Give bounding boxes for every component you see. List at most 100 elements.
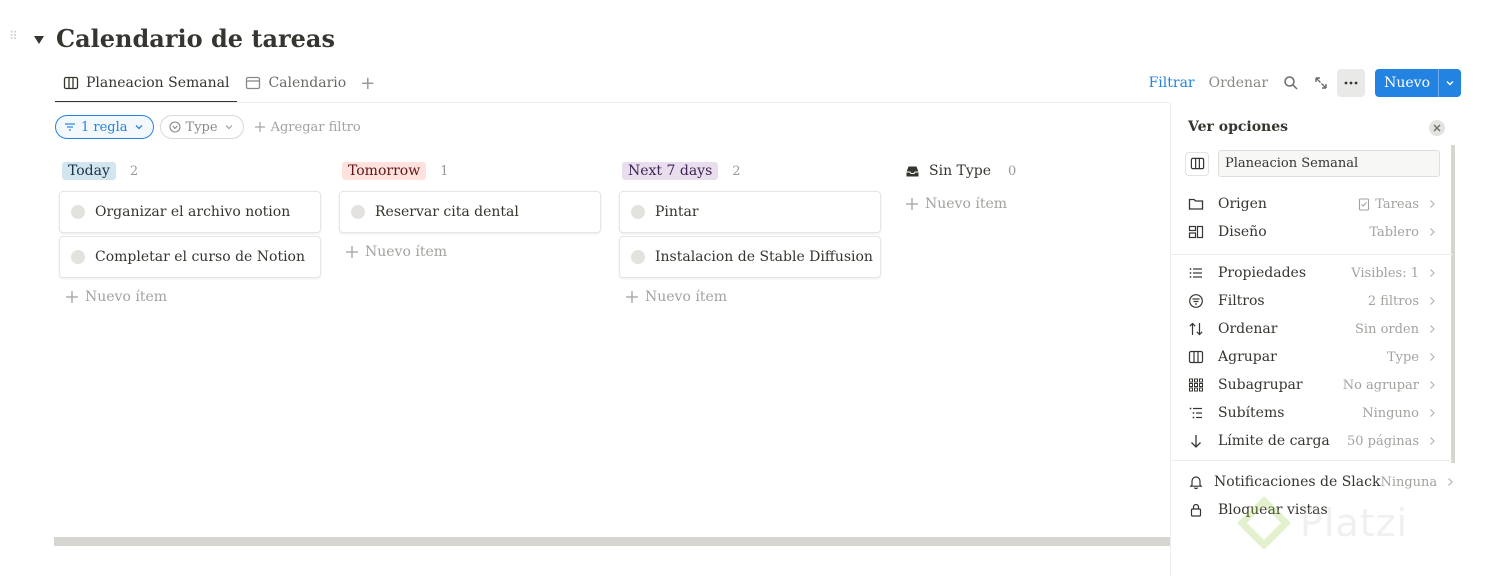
- group-label-sin-type: Sin Type: [929, 163, 992, 179]
- sort-icon: [1189, 322, 1203, 336]
- tab-label: Planeacion Semanal: [86, 74, 230, 91]
- new-item-label: Nuevo ítem: [645, 289, 728, 305]
- column-header[interactable]: Tomorrow 1: [339, 158, 601, 184]
- options-group-source: Origen Tareas Diseño Tablero: [1171, 190, 1451, 246]
- card-title: Organizar el archivo notion: [95, 204, 291, 220]
- horizontal-scrollbar[interactable]: [54, 537, 1170, 546]
- option-subagrupar[interactable]: Subagrupar No agrupar: [1171, 371, 1451, 399]
- board-card[interactable]: Instalacion de Stable Diffusion: [619, 236, 881, 278]
- panel-title: Ver opciones: [1188, 119, 1289, 135]
- status-dot-icon: [631, 250, 645, 264]
- column-header[interactable]: Sin Type 0: [899, 158, 1161, 184]
- watermark-text: Platzi: [1300, 501, 1409, 545]
- option-ordenar[interactable]: Ordenar Sin orden: [1171, 315, 1451, 343]
- new-item-button[interactable]: Nuevo ítem: [59, 281, 321, 313]
- option-subitems[interactable]: Subítems Ninguno: [1171, 399, 1451, 427]
- plus-icon: [906, 198, 918, 210]
- new-item-label: Nuevo ítem: [365, 244, 448, 260]
- subitems-icon: [1189, 407, 1202, 419]
- column-count: 1: [440, 163, 449, 179]
- chevron-down-icon: [135, 125, 143, 130]
- new-item-label: Nuevo ítem: [925, 196, 1008, 212]
- option-diseno[interactable]: Diseño Tablero: [1171, 218, 1451, 246]
- option-agrupar[interactable]: Agrupar Type: [1171, 343, 1451, 371]
- expand-button[interactable]: [1307, 69, 1335, 97]
- plus-icon: [254, 122, 265, 132]
- new-item-button[interactable]: Nuevo ítem: [899, 188, 1161, 220]
- option-origen[interactable]: Origen Tareas: [1171, 190, 1451, 218]
- option-label: Subítems: [1218, 405, 1285, 421]
- new-dropdown-button[interactable]: [1439, 69, 1461, 97]
- column-header[interactable]: Next 7 days 2: [619, 158, 881, 184]
- option-value: Tablero: [1369, 224, 1419, 240]
- chevron-right-icon: [1430, 297, 1435, 305]
- filter-button[interactable]: Filtrar: [1142, 75, 1202, 91]
- board-card[interactable]: Pintar: [619, 191, 881, 233]
- add-view-button[interactable]: +: [354, 68, 381, 98]
- new-button-group: Nuevo: [1375, 69, 1461, 97]
- option-filtros[interactable]: Filtros 2 filtros: [1171, 287, 1451, 315]
- option-label: Límite de carga: [1218, 433, 1330, 449]
- search-icon: [1284, 76, 1298, 90]
- page-title: Calendario de tareas: [56, 24, 335, 53]
- board-column-next-7-days: Next 7 days 2 Pintar Instalacion de Stab…: [619, 158, 881, 313]
- chevron-right-icon: [1448, 478, 1454, 486]
- view-icon-button[interactable]: [1185, 151, 1209, 176]
- board-card[interactable]: Reservar cita dental: [339, 191, 601, 233]
- column-count: 2: [732, 163, 741, 179]
- board-icon: [1190, 157, 1204, 170]
- type-filter-label: Type: [185, 119, 218, 135]
- select-property-icon: [168, 121, 181, 133]
- card-title: Instalacion de Stable Diffusion: [655, 249, 873, 265]
- board-card[interactable]: Organizar el archivo notion: [59, 191, 321, 233]
- option-value: No agrupar: [1342, 377, 1419, 393]
- panel-scrollbar[interactable]: [1451, 145, 1455, 463]
- column-count: 2: [129, 163, 139, 179]
- sort-button[interactable]: Ordenar: [1202, 75, 1275, 91]
- rule-filter-label: 1 regla: [81, 119, 128, 135]
- status-dot-icon: [71, 205, 85, 219]
- expand-icon: [1315, 77, 1327, 89]
- option-label: Filtros: [1218, 293, 1265, 309]
- toggle-arrow-icon[interactable]: [32, 33, 46, 47]
- calendar-icon: [246, 76, 261, 90]
- new-button[interactable]: Nuevo: [1375, 69, 1439, 97]
- drag-handle-icon[interactable]: ⠿: [9, 30, 21, 49]
- option-propiedades[interactable]: Propiedades Visibles: 1: [1171, 259, 1451, 287]
- platzi-logo-icon: [1238, 497, 1290, 549]
- option-notificaciones-de-slack[interactable]: Notificaciones de Slack Ninguna: [1171, 468, 1454, 496]
- chevron-right-icon: [1430, 409, 1435, 417]
- rule-filter-chip[interactable]: 1 regla: [55, 115, 154, 139]
- option-value: 50 páginas: [1346, 433, 1419, 449]
- type-filter-chip[interactable]: Type: [159, 115, 244, 139]
- column-header[interactable]: Today 2: [59, 158, 321, 184]
- board-card[interactable]: Completar el curso de Notion: [59, 236, 321, 278]
- board-icon: [63, 76, 79, 89]
- more-options-button[interactable]: [1337, 69, 1366, 97]
- option-value: 2 filtros: [1367, 293, 1419, 309]
- group-label-tomorrow: Tomorrow: [342, 162, 427, 180]
- search-button[interactable]: [1277, 69, 1305, 97]
- new-item-button[interactable]: Nuevo ítem: [619, 281, 881, 313]
- platzi-watermark: Platzi: [1238, 497, 1408, 549]
- bell-icon: [1189, 476, 1203, 490]
- tab-planeacion-semanal[interactable]: Planeacion Semanal: [55, 68, 238, 103]
- filter-icon: [1189, 294, 1203, 308]
- list-icon: [1189, 268, 1202, 278]
- card-title: Reservar cita dental: [375, 204, 519, 220]
- option-label: Propiedades: [1218, 265, 1307, 281]
- view-name-input[interactable]: [1218, 150, 1440, 177]
- add-filter-button[interactable]: Agregar filtro: [254, 120, 361, 135]
- chevron-right-icon: [1430, 353, 1435, 361]
- tab-calendario[interactable]: Calendario: [237, 68, 354, 98]
- new-item-button[interactable]: Nuevo ítem: [339, 236, 601, 268]
- chevron-down-icon: [225, 125, 233, 130]
- chevron-right-icon: [1430, 228, 1435, 236]
- close-panel-button[interactable]: [1429, 120, 1445, 136]
- view-name-row: [1185, 150, 1440, 177]
- inbox-icon: [906, 166, 919, 176]
- chevron-down-icon: [1446, 81, 1454, 86]
- board-column-tomorrow: Tomorrow 1 Reservar cita dental Nuevo ít…: [339, 158, 601, 268]
- board-column-sin-type: Sin Type 0 Nuevo ítem: [899, 158, 1161, 220]
- option-limite-de-carga[interactable]: Límite de carga 50 páginas: [1171, 427, 1451, 455]
